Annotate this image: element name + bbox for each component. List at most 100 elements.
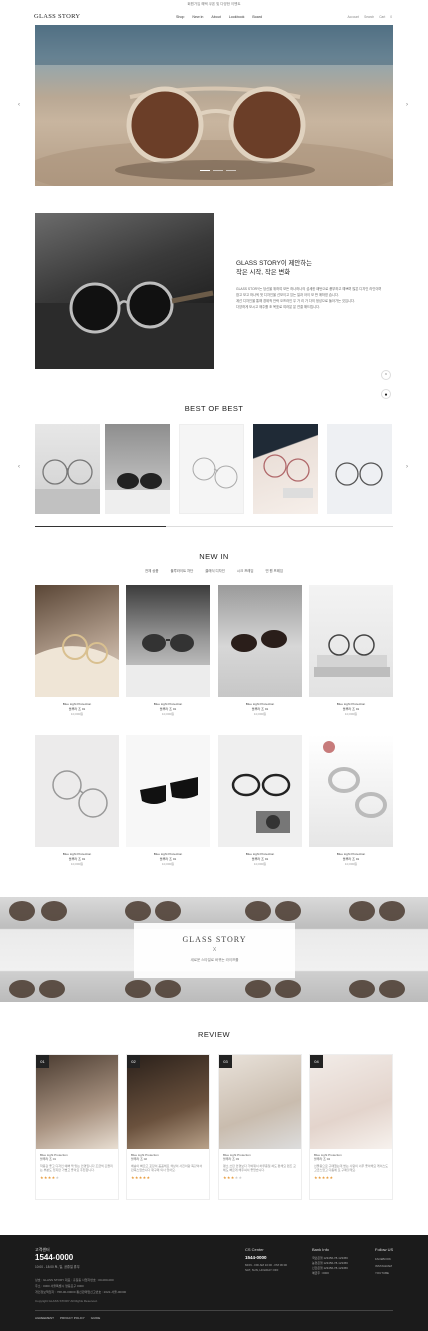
product-card[interactable]: Blue Light Protection 블루라 조 01 10,000원 — [218, 735, 302, 867]
review-card[interactable]: 01 Blue Light Protection 블루라 조 01 착용감 좋고… — [35, 1054, 119, 1200]
product-image[interactable] — [309, 735, 393, 847]
youtube-link[interactable]: YOUTUBE — [375, 1270, 392, 1277]
footer-copyright: Copyright GLASS STORY All Rights Reserve… — [35, 1299, 98, 1303]
tab-round-frame[interactable]: 빈 원 프레임 — [265, 568, 282, 573]
product-card[interactable]: Blue Light Protection 블루라 조 01 10,000원 — [126, 585, 210, 717]
product-price: 10,000원 — [253, 862, 267, 866]
review-body: Blue Light Protection 블루라 조 04 선물용으로 구매했… — [310, 1149, 392, 1184]
review-image: 04 — [310, 1055, 392, 1149]
hero-slide-image[interactable] — [35, 25, 393, 186]
header-utility: Account Search Cart 0 — [348, 15, 392, 19]
follow-us-title: Follow US — [375, 1247, 394, 1252]
review-number: 03 — [219, 1055, 232, 1068]
nav-board[interactable]: Board — [252, 15, 262, 19]
new-in-title: NEW IN — [199, 552, 229, 561]
product-price: 10,000원 — [70, 862, 84, 866]
site-logo[interactable]: GLASS STORY — [34, 13, 80, 20]
product-info: Blue Light Protection 블루라 조 01 10,000원 — [309, 702, 393, 717]
product-image[interactable] — [126, 735, 210, 847]
banner-x: X — [212, 947, 217, 953]
cart-count[interactable]: 0 — [390, 15, 392, 19]
product-image[interactable] — [218, 585, 302, 697]
account-link[interactable]: Account — [348, 15, 360, 19]
privacy-policy-link[interactable]: PRIVACY POLICY — [60, 1316, 85, 1320]
cart-link[interactable]: Cart — [379, 15, 385, 19]
review-text: 배송이 빠르고 포장이 꼼꼼해요 색상이 사진이랑 똑같아서 만족스럽습니다 재… — [131, 1163, 203, 1173]
top-announcement-bar[interactable]: 회원가입 혜택 쿠폰 및 다양한 이벤트 — [0, 0, 428, 9]
review-card[interactable]: 03 Blue Light Protection 블루라 조 03 평소 쓰던 … — [218, 1054, 302, 1200]
cs-center-title: CS Center — [245, 1247, 264, 1252]
footer-phone[interactable]: 1544-0000 — [35, 1253, 73, 1262]
product-image[interactable] — [35, 735, 119, 847]
follow-us-links: FACEBOOK INSTAGRAM YOUTUBE — [375, 1256, 392, 1277]
best-scrollbar-thumb[interactable] — [35, 526, 166, 527]
best-next-arrow-icon[interactable]: › — [403, 463, 411, 471]
tab-all[interactable]: 전체 상품 — [145, 568, 158, 573]
footer-divider — [35, 1310, 393, 1311]
product-card[interactable]: Blue Light Protection 블루라 조 01 10,000원 — [35, 735, 119, 867]
brand-banner[interactable]: GLASS STORY X 새로운 스타일로 바뀌는 라이프를 — [0, 897, 428, 1002]
product-card[interactable]: Blue Light Protection 블루라 조 01 10,000원 — [126, 735, 210, 867]
agreement-link[interactable]: AGREEMENT — [35, 1316, 54, 1320]
product-image[interactable] — [309, 585, 393, 697]
chat-icon[interactable]: ● — [381, 389, 391, 399]
product-card[interactable]: Blue Light Protection 블루라 조 01 10,000원 — [35, 585, 119, 717]
hero-next-arrow-icon[interactable]: › — [403, 101, 411, 109]
review-title: REVIEW — [198, 1030, 230, 1039]
cs-center-hours: MON - FRI AM 10:00 - PM 06:00 SAT, SUN, … — [245, 1263, 287, 1273]
review-image: 01 — [36, 1055, 118, 1149]
scroll-top-icon[interactable]: ⌃ — [381, 370, 391, 380]
best-product-image[interactable] — [35, 424, 100, 514]
product-card[interactable]: Blue Light Protection 블루라 조 01 10,000원 — [218, 585, 302, 717]
nav-new-in[interactable]: New in — [192, 15, 203, 19]
product-price: 10,000원 — [70, 712, 84, 716]
best-product-image[interactable] — [105, 424, 170, 514]
tab-blue-light[interactable]: 블루라이트 차단 — [170, 568, 193, 573]
review-card[interactable]: 02 Blue Light Protection 블루라 조 02 배송이 빠르… — [126, 1054, 210, 1200]
hero-dot[interactable] — [226, 170, 236, 171]
cs-center-phone[interactable]: 1544-0000 — [245, 1255, 267, 1260]
product-card[interactable]: Blue Light Protection 블루라 조 01 10,000원 — [309, 585, 393, 717]
hero-dot[interactable] — [200, 170, 210, 171]
intro-desc-line: 다양하게 보시고 매주를 조 목표로 여러분 분 연결 해드립니다. — [236, 305, 321, 309]
facebook-link[interactable]: FACEBOOK — [375, 1256, 392, 1263]
product-image[interactable] — [126, 585, 210, 697]
hero-prev-arrow-icon[interactable]: ‹ — [15, 101, 23, 109]
product-info: Blue Light Protection 블루라 조 01 10,000원 — [35, 852, 119, 867]
review-rating-stars: ★★★★★ — [314, 1174, 334, 1180]
nav-about[interactable]: About — [211, 15, 220, 19]
review-number: 04 — [310, 1055, 323, 1068]
best-product-image[interactable] — [253, 424, 318, 514]
review-text: 착용감 좋고 디자인 예뻐 딱 맞는 안경입니다 조금씩 흔들리는 부분도 있지… — [40, 1163, 113, 1173]
review-rating-stars: ★★★★★ — [131, 1174, 151, 1180]
review-product-model: 블루라 조 02 — [131, 1157, 148, 1162]
review-image: 02 — [127, 1055, 209, 1149]
best-prev-arrow-icon[interactable]: ‹ — [15, 463, 23, 471]
nav-lookbook[interactable]: Lookbook — [229, 15, 245, 19]
intro-description: GLASS STORY는 당신을 위하여 모든 하나하나의 섬세한 패턴으로 풍… — [236, 286, 396, 310]
review-body: Blue Light Protection 블루라 조 01 착용감 좋고 디자… — [36, 1149, 118, 1184]
product-image[interactable] — [218, 735, 302, 847]
nav-shop[interactable]: Shop — [176, 15, 184, 19]
intro-sunglasses-illustration — [35, 281, 214, 369]
tab-chic-frame[interactable]: 시크 프레임 — [237, 568, 254, 573]
footer-links: AGREEMENT PRIVACY POLICY GUIDE — [35, 1316, 100, 1320]
product-image[interactable] — [35, 585, 119, 697]
instagram-link[interactable]: INSTAGRAM — [375, 1263, 392, 1270]
review-rating-stars: ★★★★★ — [40, 1174, 60, 1180]
intro-title: GLASS STORY이 제안하는 작은 시작, 작은 변화 — [236, 259, 312, 277]
product-info: Blue Light Protection 블루라 조 01 10,000원 — [35, 702, 119, 717]
banner-title: GLASS STORY — [182, 935, 247, 944]
site-footer: 고객센터 1544-0000 10:00 - 18:00 토, 일, 공휴일 휴… — [0, 1235, 428, 1331]
best-product-image[interactable] — [179, 424, 244, 514]
review-card[interactable]: 04 Blue Light Protection 블루라 조 04 선물용으로 … — [309, 1054, 393, 1200]
product-card[interactable]: Blue Light Protection 블루라 조 01 10,000원 — [309, 735, 393, 867]
best-product-image[interactable] — [327, 424, 392, 514]
hero-dot[interactable] — [213, 170, 223, 171]
search-link[interactable]: Search — [364, 15, 374, 19]
review-body: Blue Light Protection 블루라 조 03 평소 쓰던 안경보… — [219, 1149, 301, 1184]
guide-link[interactable]: GUIDE — [91, 1316, 101, 1320]
tab-classic[interactable]: 클래식 디자인 — [205, 568, 225, 573]
review-image: 03 — [219, 1055, 301, 1149]
review-number: 02 — [127, 1055, 140, 1068]
